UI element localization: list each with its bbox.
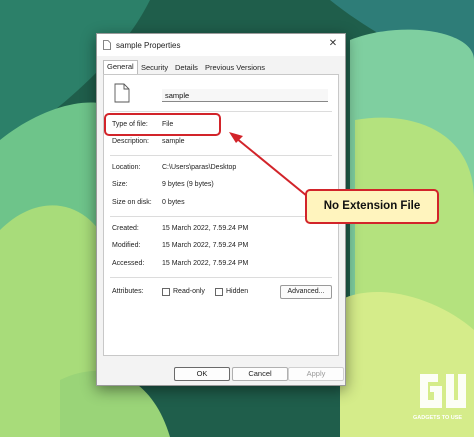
created-value: 15 March 2022, 7.59.24 PM	[162, 225, 249, 232]
description-label: Description:	[112, 138, 149, 145]
ok-button[interactable]: OK	[174, 367, 230, 381]
created-label: Created:	[112, 225, 139, 232]
g-u-logo-icon	[420, 374, 466, 408]
readonly-checkbox[interactable]	[162, 288, 170, 296]
type-highlight-annotation	[104, 113, 221, 136]
size-on-disk-label: Size on disk:	[112, 199, 152, 206]
divider	[110, 155, 332, 156]
gadgets-to-use-logo: GADGETS TO USE	[413, 370, 473, 436]
tab-security[interactable]: Security	[139, 62, 170, 73]
location-value: C:\Users\paras\Desktop	[162, 164, 237, 171]
location-label: Location:	[112, 164, 141, 171]
modified-value: 15 March 2022, 7.59.24 PM	[162, 242, 249, 249]
size-label: Size:	[112, 181, 128, 188]
divider	[110, 277, 332, 278]
title-bar[interactable]: sample Properties ✕	[97, 34, 345, 56]
advanced-button[interactable]: Advanced...	[280, 285, 332, 299]
callout-label: No Extension File	[305, 189, 439, 224]
size-on-disk-value: 0 bytes	[162, 199, 185, 206]
accessed-label: Accessed:	[112, 260, 145, 267]
tab-strip: General Security Details Previous Versio…	[103, 60, 339, 76]
attributes-label: Attributes:	[112, 288, 144, 295]
readonly-label[interactable]: Read-only	[173, 288, 205, 295]
cancel-button[interactable]: Cancel	[232, 367, 288, 381]
close-icon[interactable]: ✕	[327, 38, 339, 49]
file-icon	[114, 83, 130, 103]
accessed-value: 15 March 2022, 7.59.24 PM	[162, 260, 249, 267]
divider	[110, 111, 332, 112]
size-value: 9 bytes (9 bytes)	[162, 181, 214, 188]
hidden-checkbox[interactable]	[215, 288, 223, 296]
watermark-text: GADGETS TO USE	[413, 415, 463, 421]
tab-previous-versions[interactable]: Previous Versions	[203, 62, 267, 73]
tab-details[interactable]: Details	[173, 62, 200, 73]
file-icon	[103, 40, 111, 50]
modified-label: Modified:	[112, 242, 141, 249]
hidden-label[interactable]: Hidden	[226, 288, 248, 295]
apply-button[interactable]: Apply	[288, 367, 344, 381]
file-name-input[interactable]	[162, 89, 328, 102]
window-title: sample Properties	[116, 41, 181, 50]
divider	[110, 216, 332, 217]
description-value: sample	[162, 138, 185, 145]
